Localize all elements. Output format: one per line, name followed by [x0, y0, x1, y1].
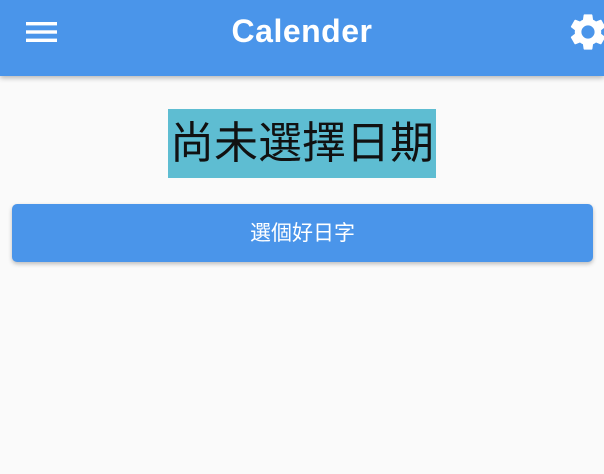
- date-label-container: 尚未選擇日期: [0, 109, 604, 178]
- settings-button[interactable]: [566, 10, 604, 54]
- app-bar: Calender: [0, 0, 604, 76]
- pick-date-button[interactable]: 選個好日字: [12, 204, 593, 262]
- gear-icon: [570, 14, 604, 50]
- app-screen: Calender 尚未選擇日期 選個好日字: [0, 0, 604, 474]
- hamburger-menu-icon: [26, 22, 57, 42]
- main-content: 尚未選擇日期 選個好日字: [0, 76, 604, 474]
- selected-date-label: 尚未選擇日期: [168, 109, 436, 178]
- page-title: Calender: [231, 13, 373, 49]
- menu-button[interactable]: [16, 13, 66, 51]
